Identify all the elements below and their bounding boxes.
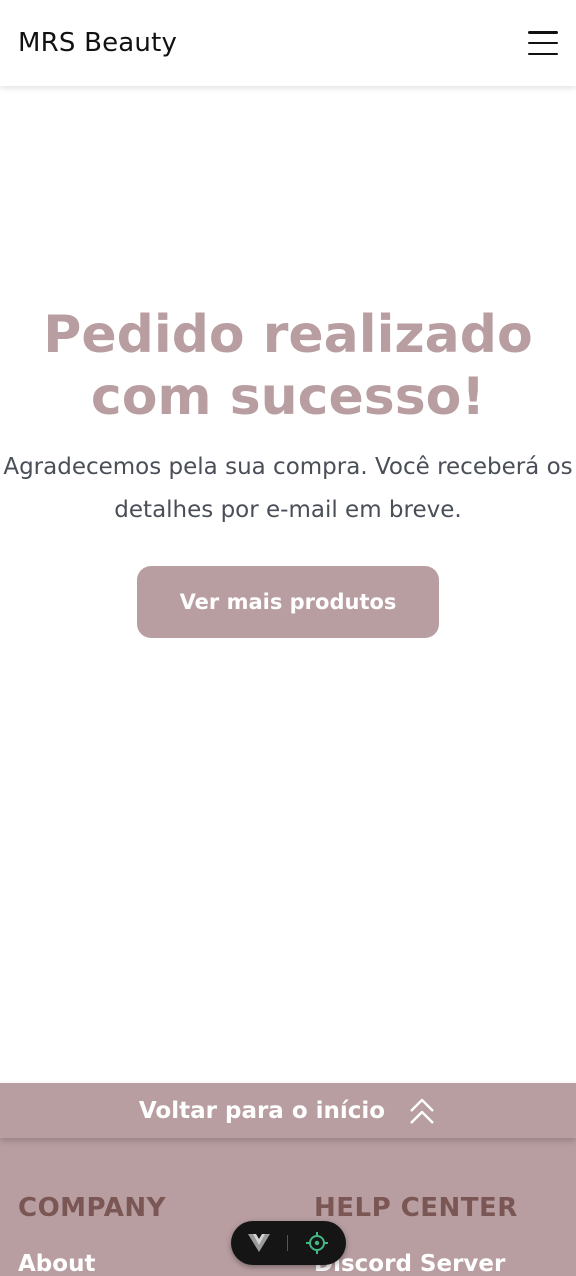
hamburger-menu-icon[interactable]: [528, 31, 558, 55]
footer-heading: HELP CENTER: [314, 1193, 518, 1223]
footer-link-about[interactable]: About: [18, 1251, 166, 1276]
brand-logo[interactable]: MRS Beauty: [18, 28, 177, 58]
success-message: Agradecemos pela sua compra. Você recebe…: [3, 454, 573, 523]
menu-bar: [528, 52, 558, 55]
back-to-top-label: Voltar para o início: [138, 1097, 386, 1124]
footer-heading: COMPANY: [18, 1193, 166, 1223]
crosshair-target-icon[interactable]: [305, 1231, 329, 1255]
footer-column-company: COMPANY About: [18, 1193, 166, 1276]
back-to-top-button[interactable]: Voltar para o início: [0, 1083, 576, 1138]
navbar: MRS Beauty: [0, 0, 576, 86]
success-section: Pedido realizado com sucesso! Agradecemo…: [0, 300, 576, 638]
success-title: Pedido realizado com sucesso!: [43, 305, 533, 427]
view-more-products-button[interactable]: Ver mais produtos: [137, 566, 439, 638]
devtools-divider: [287, 1235, 288, 1251]
menu-bar: [528, 41, 558, 45]
menu-bar: [528, 31, 558, 34]
footer-link-discord-server[interactable]: Discord Server: [314, 1251, 518, 1276]
double-chevron-up-icon: [410, 1098, 434, 1124]
vue-logo-icon[interactable]: [248, 1234, 270, 1252]
vue-devtools-toggle[interactable]: [231, 1221, 346, 1265]
